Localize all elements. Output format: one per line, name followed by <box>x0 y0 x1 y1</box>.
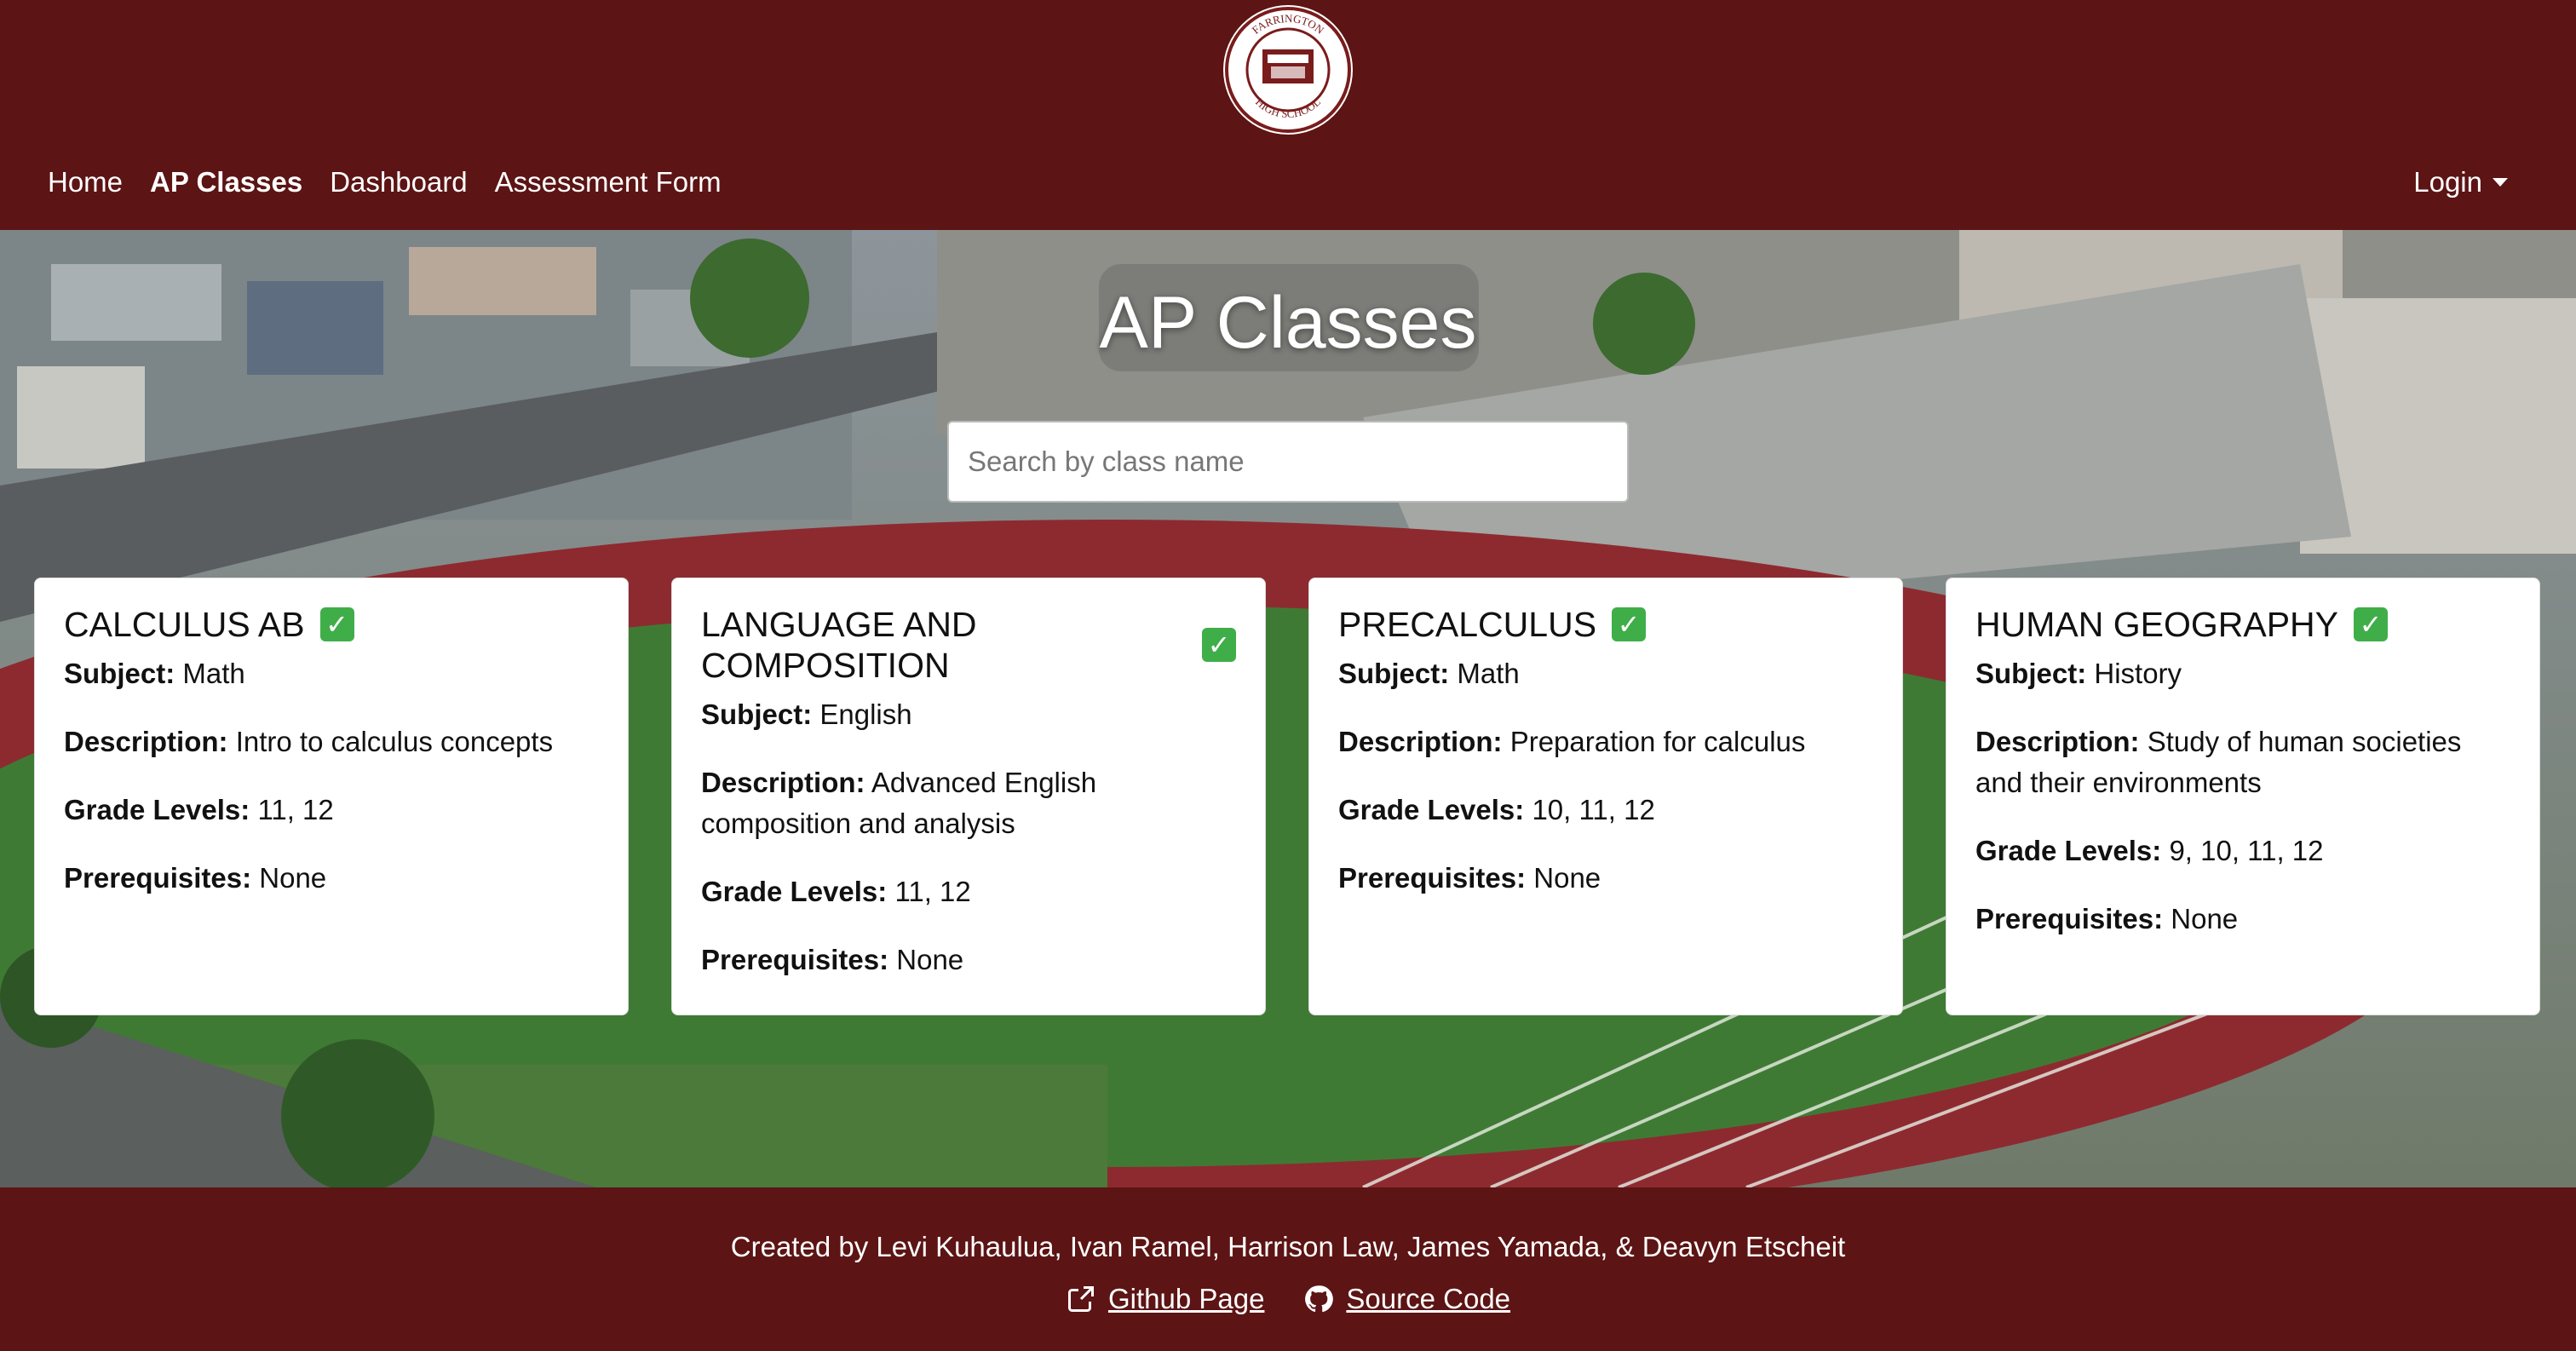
checkmark-icon: ✓ <box>1202 628 1236 662</box>
github-page-link[interactable]: Github Page <box>1066 1283 1264 1315</box>
login-dropdown[interactable]: Login <box>2413 164 2508 201</box>
card-prerequisites: Prerequisites: None <box>1338 858 1873 899</box>
grades-value: 10, 11, 12 <box>1532 794 1655 825</box>
card-prerequisites: Prerequisites: None <box>701 940 1236 980</box>
grades-label: Grade Levels: <box>701 876 888 907</box>
description-label: Description: <box>1975 726 2140 757</box>
card-title: HUMAN GEOGRAPHY <box>1975 605 2338 644</box>
grades-value: 9, 10, 11, 12 <box>2169 835 2324 866</box>
card-prerequisites: Prerequisites: None <box>64 858 599 899</box>
hero-section: AP Classes CALCULUS AB ✓ Subject: Math D… <box>0 230 2576 1187</box>
prereq-label: Prerequisites: <box>1338 862 1527 894</box>
school-logo-icon[interactable]: FARRINGTON HIGH SCHOOL <box>1223 5 1353 135</box>
card-description: Description: Advanced English compositio… <box>701 762 1236 844</box>
subject-value: Math <box>1457 658 1520 689</box>
subject-label: Subject: <box>1338 658 1450 689</box>
grades-label: Grade Levels: <box>64 794 250 825</box>
prereq-label: Prerequisites: <box>1975 903 2164 934</box>
subject-value: English <box>819 698 912 730</box>
nav-home-link[interactable]: Home <box>48 164 123 201</box>
checkmark-icon: ✓ <box>1612 607 1647 641</box>
class-card: HUMAN GEOGRAPHY ✓ Subject: History Descr… <box>1946 578 2540 1015</box>
class-card: CALCULUS AB ✓ Subject: Math Description:… <box>34 578 629 1015</box>
description-value: Intro to calculus concepts <box>235 726 554 757</box>
page-title: AP Classes <box>1099 282 1477 364</box>
card-description: Description: Intro to calculus concepts <box>64 721 599 762</box>
subject-value: Math <box>182 658 245 689</box>
card-subject: Subject: Math <box>1338 653 1873 694</box>
nav-dashboard-link[interactable]: Dashboard <box>330 164 467 201</box>
checkmark-icon: ✓ <box>319 607 354 641</box>
subject-label: Subject: <box>64 658 175 689</box>
source-code-link[interactable]: Source Code <box>1303 1283 1510 1315</box>
page-footer: Created by Levi Kuhaulua, Ivan Ramel, Ha… <box>0 1187 2576 1351</box>
prereq-value: None <box>259 862 327 894</box>
description-label: Description: <box>1338 726 1503 757</box>
subject-label: Subject: <box>701 698 813 730</box>
checkmark-icon: ✓ <box>2354 607 2388 641</box>
grades-label: Grade Levels: <box>1975 835 2162 866</box>
card-title: LANGUAGE AND COMPOSITION <box>701 605 977 685</box>
card-grade-levels: Grade Levels: 11, 12 <box>64 790 599 831</box>
prereq-value: None <box>896 944 964 975</box>
nav-assessment-form-link[interactable]: Assessment Form <box>495 164 722 201</box>
card-description: Description: Preparation for calculus <box>1338 721 1873 762</box>
card-grade-levels: Grade Levels: 10, 11, 12 <box>1338 790 1873 831</box>
card-grade-levels: Grade Levels: 9, 10, 11, 12 <box>1975 831 2510 871</box>
card-grade-levels: Grade Levels: 11, 12 <box>701 871 1236 912</box>
prereq-value: None <box>1533 862 1601 894</box>
class-card: PRECALCULUS ✓ Subject: Math Description:… <box>1308 578 1903 1015</box>
nav-links: Home AP Classes Dashboard Assessment For… <box>48 164 722 201</box>
subject-value: History <box>2094 658 2182 689</box>
grades-label: Grade Levels: <box>1338 794 1525 825</box>
card-subject: Subject: Math <box>64 653 599 694</box>
prereq-value: None <box>2171 903 2239 934</box>
external-link-icon <box>1067 1286 1094 1312</box>
card-title: PRECALCULUS <box>1338 605 1597 644</box>
grades-value: 11, 12 <box>257 794 334 825</box>
card-subject: Subject: English <box>701 694 1236 735</box>
class-card: LANGUAGE AND COMPOSITION ✓ Subject: Engl… <box>671 578 1266 1015</box>
caret-down-icon <box>2493 178 2508 187</box>
prereq-label: Prerequisites: <box>701 944 889 975</box>
footer-links: Github Page Source Code <box>0 1283 2576 1315</box>
nav-ap-classes-link[interactable]: AP Classes <box>150 164 302 201</box>
source-code-label: Source Code <box>1346 1283 1511 1314</box>
card-prerequisites: Prerequisites: None <box>1975 899 2510 940</box>
class-card-list: CALCULUS AB ✓ Subject: Math Description:… <box>34 578 2542 1015</box>
github-icon <box>1305 1285 1334 1313</box>
description-label: Description: <box>64 726 228 757</box>
description-value: Preparation for calculus <box>1509 726 1806 757</box>
prereq-label: Prerequisites: <box>64 862 252 894</box>
card-description: Description: Study of human societies an… <box>1975 721 2510 803</box>
top-navbar: FARRINGTON HIGH SCHOOL Home AP Classes D… <box>0 0 2576 230</box>
card-subject: Subject: History <box>1975 653 2510 694</box>
footer-credits: Created by Levi Kuhaulua, Ivan Ramel, Ha… <box>730 1231 1846 1262</box>
card-title: CALCULUS AB <box>64 605 305 644</box>
subject-label: Subject: <box>1975 658 2087 689</box>
github-page-label: Github Page <box>1107 1283 1265 1314</box>
search-input[interactable] <box>947 421 1629 503</box>
login-label: Login <box>2413 166 2482 198</box>
description-label: Description: <box>701 767 865 798</box>
grades-value: 11, 12 <box>894 876 971 907</box>
